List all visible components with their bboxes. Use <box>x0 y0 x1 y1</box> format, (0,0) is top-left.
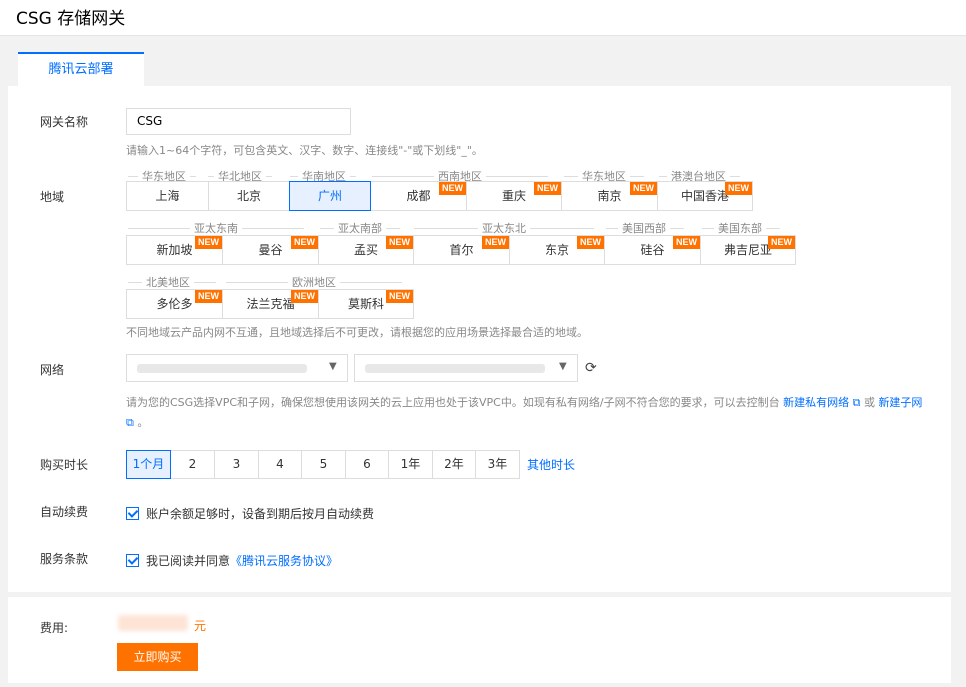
new-badge: NEW <box>386 290 413 303</box>
vpc-select[interactable]: ▼ <box>126 354 348 382</box>
duration-option-6[interactable]: 6 <box>345 450 389 479</box>
fee-label: 费用: <box>40 621 69 635</box>
region-option-singapore[interactable]: 新加坡 NEW <box>126 235 223 265</box>
terms-label: 服务条款 <box>40 552 89 566</box>
new-badge: NEW <box>577 236 604 249</box>
duration-option-1y[interactable]: 1年 <box>388 450 433 479</box>
region-option-seoul[interactable]: 首尔 NEW <box>413 235 510 265</box>
new-badge: NEW <box>439 182 466 195</box>
new-badge: NEW <box>482 236 509 249</box>
region-option-toronto[interactable]: 多伦多 NEW <box>126 289 223 319</box>
chevron-down-icon: ▼ <box>559 361 567 372</box>
new-badge: NEW <box>195 236 222 249</box>
new-badge: NEW <box>673 236 700 249</box>
new-badge: NEW <box>630 182 657 195</box>
price-unit: 元 <box>194 619 207 633</box>
group-label-us-west: 美国西部 <box>606 222 684 235</box>
new-badge: NEW <box>386 236 413 249</box>
new-badge: NEW <box>195 290 222 303</box>
vpc-select-value <box>137 364 307 373</box>
gateway-name-input[interactable]: CSG <box>126 108 351 135</box>
duration-option-4[interactable]: 4 <box>258 450 302 479</box>
region-option-frankfurt[interactable]: 法兰克福 NEW <box>222 289 319 319</box>
new-badge: NEW <box>768 236 795 249</box>
terms-text: 我已阅读并同意《腾讯云服务协议》 <box>146 554 339 568</box>
new-badge: NEW <box>291 290 318 303</box>
group-label-europe: 欧洲地区 <box>226 276 402 289</box>
duration-option-3[interactable]: 3 <box>214 450 259 479</box>
region-option-tokyo[interactable]: 东京 NEW <box>509 235 605 265</box>
duration-option-2[interactable]: 2 <box>170 450 215 479</box>
auto-renew-checkbox[interactable] <box>126 507 139 520</box>
region-option-beijing[interactable]: 北京 <box>208 181 290 211</box>
group-label-us-east: 美国东部 <box>702 222 780 235</box>
terms-checkbox[interactable] <box>126 554 139 567</box>
region-label: 地域 <box>40 190 65 204</box>
new-badge: NEW <box>291 236 318 249</box>
page-title: CSG 存储网关 <box>16 9 126 29</box>
region-option-virginia[interactable]: 弗吉尼亚 NEW <box>700 235 796 265</box>
chevron-down-icon: ▼ <box>329 361 337 372</box>
region-option-moscow[interactable]: 莫斯科 NEW <box>318 289 414 319</box>
header: CSG 存储网关 <box>0 0 966 36</box>
region-option-hongkong[interactable]: 中国香港 NEW <box>657 181 753 211</box>
region-option-chengdu[interactable]: 成都 NEW <box>370 181 467 211</box>
group-label-ap-south: 亚太南部 <box>320 222 400 235</box>
duration-option-2y[interactable]: 2年 <box>432 450 476 479</box>
auto-renew-text: 账户余额足够时，设备到期后按月自动续费 <box>146 507 375 521</box>
region-option-shanghai[interactable]: 上海 <box>126 181 209 211</box>
service-agreement-link[interactable]: 《腾讯云服务协议》 <box>230 554 338 568</box>
external-link-icon: ⧉ <box>126 416 134 429</box>
network-hint: 请为您的CSG选择VPC和子网，确保您想使用该网关的云上应用也处于该VPC中。如… <box>126 396 923 429</box>
tab-tencent-cloud-deploy[interactable]: 腾讯云部署 <box>18 52 144 86</box>
refresh-icon[interactable]: ⟳ <box>585 361 599 375</box>
group-label-ap-southeast: 亚太东南 <box>128 222 304 235</box>
region-option-mumbai[interactable]: 孟买 NEW <box>318 235 414 265</box>
duration-option-1m[interactable]: 1个月 <box>126 450 171 479</box>
price-value <box>118 615 188 631</box>
region-option-nanjing[interactable]: 南京 NEW <box>561 181 658 211</box>
new-vpc-link[interactable]: 新建私有网络 <box>783 396 849 409</box>
subnet-select[interactable]: ▼ <box>354 354 578 382</box>
region-option-silicon-valley[interactable]: 硅谷 NEW <box>604 235 701 265</box>
duration-option-3y[interactable]: 3年 <box>475 450 520 479</box>
new-badge: NEW <box>725 182 752 195</box>
other-duration-link[interactable]: 其他时长 <box>527 456 575 473</box>
region-option-guangzhou[interactable]: 广州 <box>289 181 371 211</box>
region-hint: 不同地域云产品内网不互通，且地域选择后不可更改，请根据您的应用场景选择最合适的地… <box>126 326 588 339</box>
region-option-chongqing[interactable]: 重庆 NEW <box>466 181 562 211</box>
network-label: 网络 <box>40 363 65 377</box>
new-subnet-link[interactable]: 新建子网 <box>878 396 922 409</box>
buy-now-button[interactable]: 立即购买 <box>117 643 198 671</box>
gateway-name-label: 网关名称 <box>40 115 89 129</box>
group-label-north-america: 北美地区 <box>128 276 216 289</box>
gateway-name-hint: 请输入1~64个字符，可包含英文、汉字、数字、连接线"-"或下划线"_"。 <box>126 144 483 157</box>
region-option-bangkok[interactable]: 曼谷 NEW <box>222 235 319 265</box>
subnet-select-value <box>365 364 545 373</box>
group-label-ap-northeast: 亚太东北 <box>414 222 594 235</box>
auto-renew-label: 自动续费 <box>40 505 89 519</box>
duration-option-5[interactable]: 5 <box>301 450 346 479</box>
duration-label: 购买时长 <box>40 458 89 472</box>
new-badge: NEW <box>534 182 561 195</box>
external-link-icon: ⧉ <box>852 396 861 409</box>
